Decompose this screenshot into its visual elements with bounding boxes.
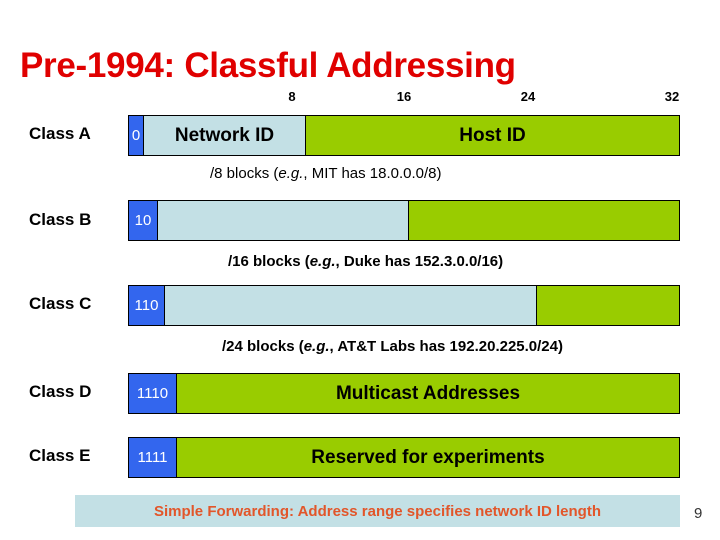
caption-text-before: /24 blocks ( (222, 338, 304, 355)
bit-tick-32: 32 (664, 89, 680, 104)
caption-text-after: , MIT has 18.0.0.0/8) (303, 165, 442, 182)
caption-text-before: /16 blocks ( (228, 253, 310, 270)
caption-text-eg: e.g. (309, 253, 336, 270)
prefix-bits-segment: 1111 (129, 438, 177, 477)
page-number: 9 (694, 505, 703, 522)
block-caption-3: /24 blocks (e.g., AT&T Labs has 192.20.2… (222, 338, 563, 355)
host-id-segment: Multicast Addresses (177, 374, 679, 413)
class-label-3: Class C (29, 294, 92, 313)
host-id-segment: Host ID (306, 116, 679, 155)
caption-text-after: , AT&T Labs has 192.20.225.0/24) (329, 338, 563, 355)
summary-banner-text: Simple Forwarding: Address range specifi… (153, 502, 602, 520)
caption-text-eg: e.g. (303, 338, 330, 355)
host-id-segment (409, 201, 679, 240)
class-label-5: Class E (29, 446, 91, 465)
address-bar-4: 1110 Multicast Addresses (128, 373, 680, 414)
page-title: Pre-1994: Classful Addressing (20, 46, 516, 85)
block-caption-1: /8 blocks (e.g., MIT has 18.0.0.0/8) (210, 165, 442, 182)
network-id-segment: Network ID (144, 116, 306, 155)
prefix-bits-segment: 110 (129, 286, 165, 325)
bit-tick-24: 24 (520, 89, 536, 104)
caption-text-eg: e.g. (278, 165, 304, 182)
bit-tick-8: 8 (288, 89, 296, 104)
bit-tick-16: 16 (396, 89, 412, 104)
block-caption-2: /16 blocks (e.g., Duke has 152.3.0.0/16) (228, 253, 503, 270)
host-id-segment (537, 286, 679, 325)
prefix-bits-segment: 10 (129, 201, 158, 240)
address-bar-2: 10 (128, 200, 680, 241)
host-id-segment: Reserved for experiments (177, 438, 679, 477)
caption-text-before: /8 blocks ( (210, 165, 279, 182)
network-id-segment (158, 201, 409, 240)
caption-text-after: , Duke has 152.3.0.0/16) (335, 253, 504, 270)
address-bar-5: 1111 Reserved for experiments (128, 437, 680, 478)
class-label-4: Class D (29, 382, 92, 401)
address-bar-3: 110 (128, 285, 680, 326)
class-label-1: Class A (29, 124, 91, 143)
summary-banner: Simple Forwarding: Address range specifi… (75, 495, 680, 527)
class-label-2: Class B (29, 210, 92, 229)
slide-canvas: Pre-1994: Classful Addressing 8 16 24 32 Cl… (0, 0, 720, 540)
network-id-segment (165, 286, 537, 325)
prefix-bits-segment: 0 (129, 116, 144, 155)
prefix-bits-segment: 1110 (129, 374, 177, 413)
address-bar-1: 0 Network ID Host ID (128, 115, 680, 156)
